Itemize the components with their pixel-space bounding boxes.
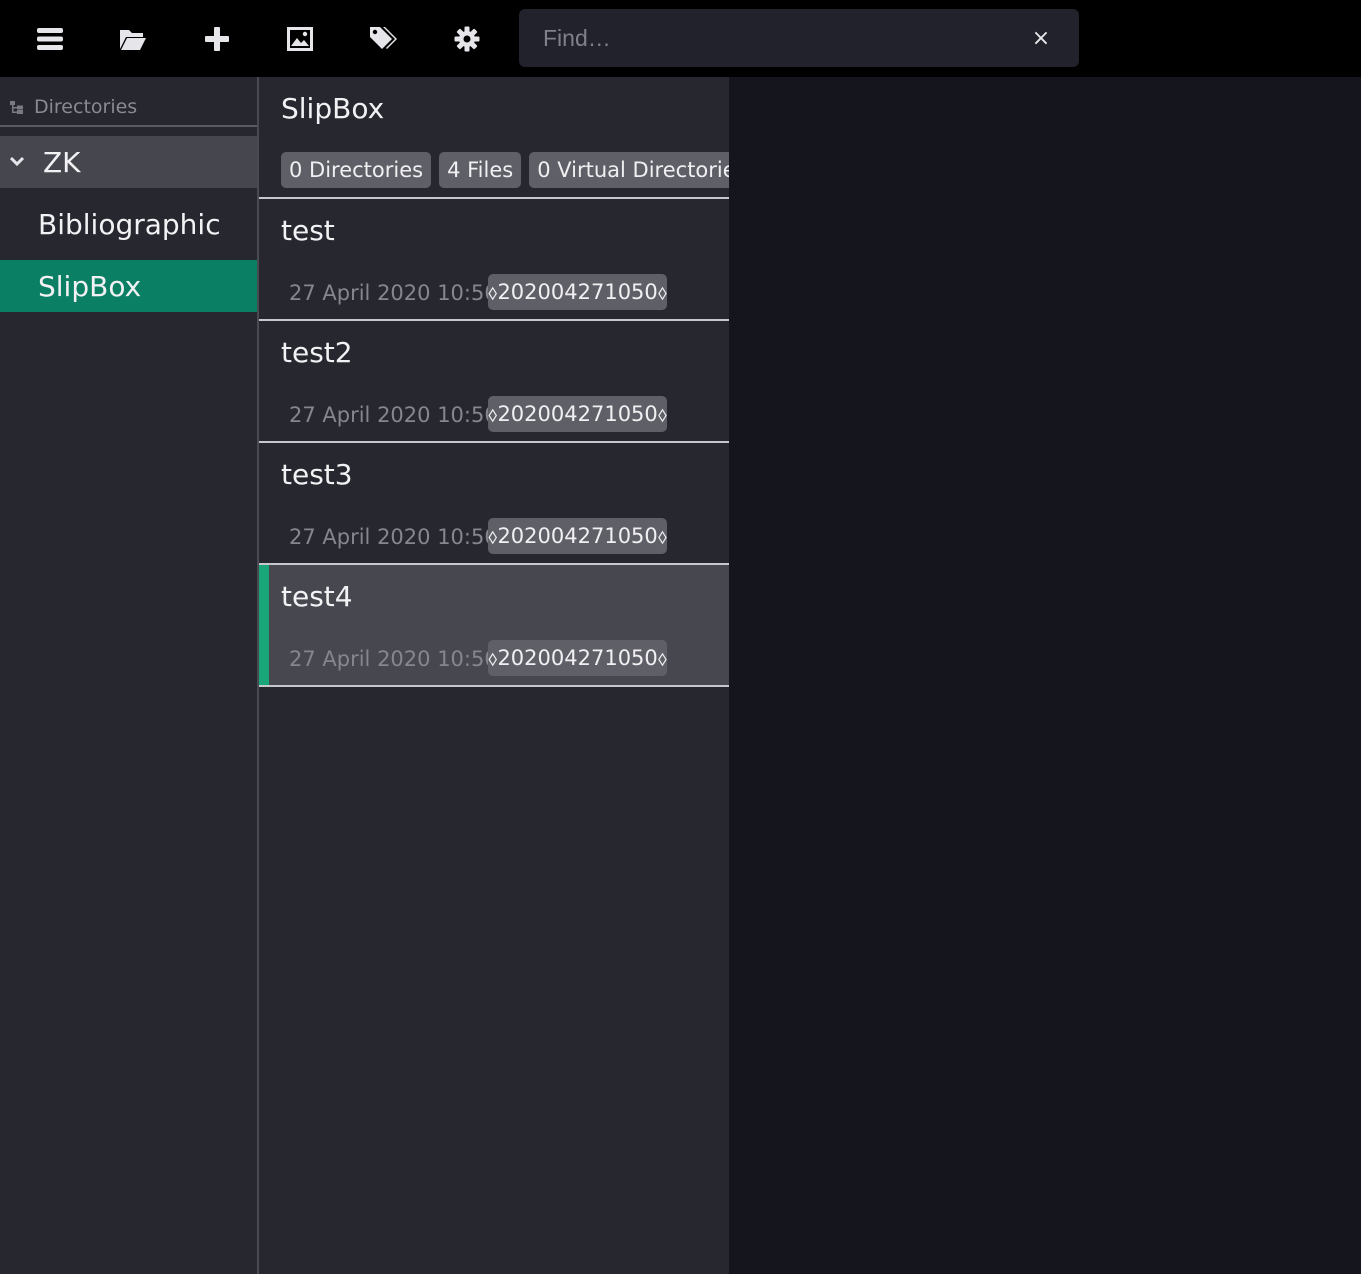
gear-icon [454,26,480,52]
directories-header: Directories [0,77,257,127]
editor-area[interactable] [729,77,1361,1274]
file-name: test3 [281,458,353,491]
file-name: test2 [281,336,353,369]
menu-icon [37,28,63,50]
file-date: 27 April 2020 10:50 [289,647,498,671]
file-date: 27 April 2020 10:50 [289,403,498,427]
plus-icon [205,27,229,51]
file-id-badge: ⬨202004271050⬨ [488,518,667,554]
images-button[interactable] [280,19,320,59]
directories-count-badge: 0 Directories [281,152,432,188]
file-id-badge: ⬨202004271050⬨ [488,640,667,676]
file-item-test4[interactable]: test4 27 April 2020 10:50 ⬨202004271050⬨ [259,565,729,687]
file-id-badge: ⬨202004271050⬨ [488,274,667,310]
virtual-directories-count-badge: 0 Virtual Directories [529,152,755,188]
new-file-button[interactable] [197,19,237,59]
files-count-badge: 4 Files [439,152,522,188]
image-icon [287,27,313,51]
chevron-down-icon[interactable] [9,156,25,168]
tags-button[interactable] [363,19,403,59]
open-directory-button[interactable] [113,19,153,59]
folder-open-icon [120,30,146,50]
file-id-badge: ⬨202004271050⬨ [488,396,667,432]
file-name: test [281,214,335,247]
file-item-test3[interactable]: test3 27 April 2020 10:50 ⬨202004271050⬨ [259,443,729,565]
directory-item-zk[interactable]: ZK [0,136,257,188]
clear-search-button[interactable]: × [1027,24,1055,52]
file-list-pane: SlipBox 0 Directories 4 Files 0 Virtual … [259,77,755,1274]
menu-button[interactable] [30,19,70,59]
directory-item-bibliographic[interactable]: Bibliographic [0,198,257,250]
directory-sidebar: Directories ZK Bibliographic SlipBox [0,77,259,1274]
settings-button[interactable] [447,19,487,59]
search-input[interactable] [519,9,1019,67]
directory-label: Bibliographic [38,208,221,241]
file-date: 27 April 2020 10:50 [289,281,498,305]
close-icon: × [1031,25,1051,51]
tags-icon [370,27,397,49]
directory-tree-icon [10,101,23,114]
directory-item-slipbox[interactable]: SlipBox [0,260,257,312]
active-indicator [259,565,269,685]
search-bar: × [519,9,1079,67]
file-name: test4 [281,580,353,613]
file-date: 27 April 2020 10:50 [289,525,498,549]
file-item-test[interactable]: test 27 April 2020 10:50 ⬨202004271050⬨ [259,199,729,321]
file-item-test2[interactable]: test2 27 April 2020 10:50 ⬨202004271050⬨ [259,321,729,443]
directories-label: Directories [34,96,138,118]
directory-label: SlipBox [38,270,142,303]
directory-title: SlipBox [281,92,385,125]
directory-label: ZK [43,146,81,179]
directory-stats: 0 Directories 4 Files 0 Virtual Director… [281,152,755,188]
toolbar: × [0,0,1361,77]
